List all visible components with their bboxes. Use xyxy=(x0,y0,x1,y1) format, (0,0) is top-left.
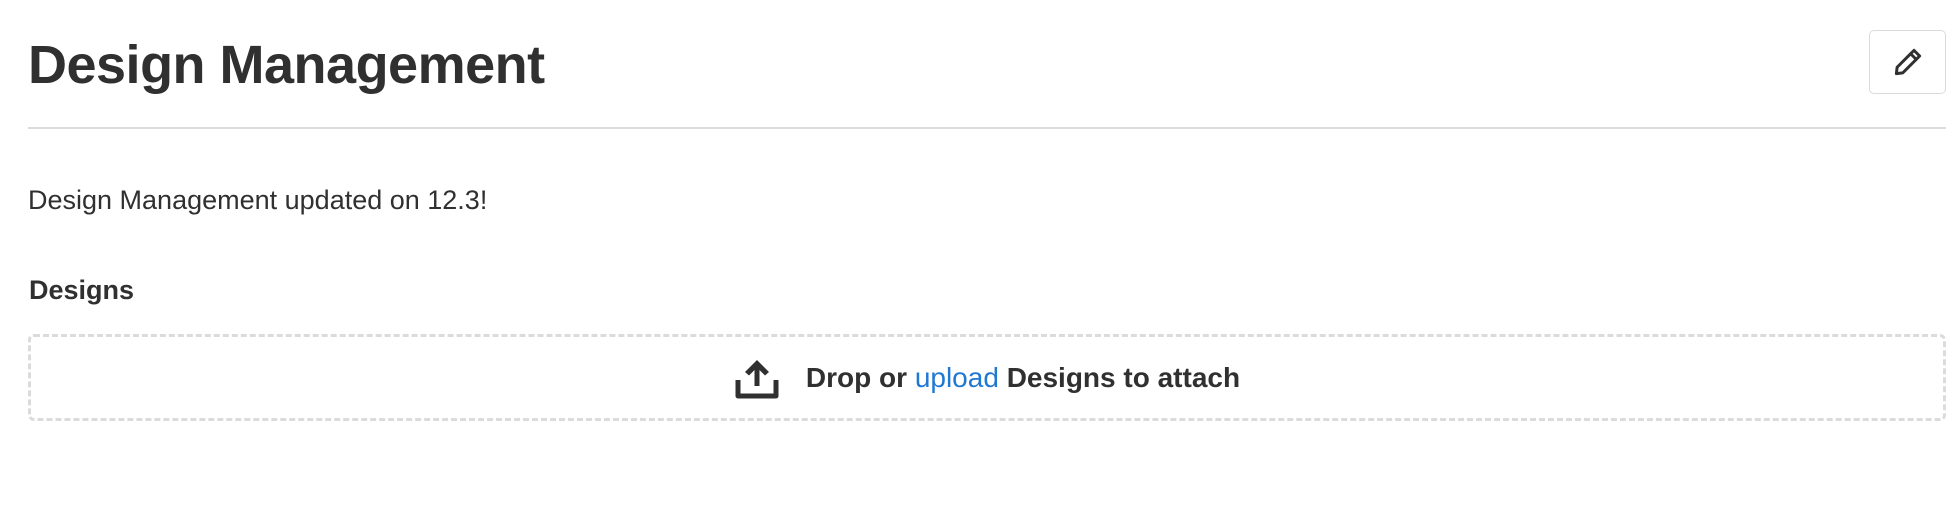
header-divider xyxy=(28,127,1946,129)
design-dropzone[interactable]: Drop or upload Designs to attach xyxy=(28,334,1946,421)
dropzone-content: Drop or upload Designs to attach xyxy=(734,356,1240,400)
upload-link[interactable]: upload xyxy=(915,362,999,393)
designs-section-title: Designs xyxy=(29,275,135,305)
issue-description: Design Management updated on 12.3! xyxy=(28,185,488,215)
issue-page: Design Management Design Management upda… xyxy=(0,0,1958,516)
pencil-icon xyxy=(1893,47,1923,77)
edit-button[interactable] xyxy=(1869,30,1946,94)
dropzone-suffix: Designs to attach xyxy=(1006,361,1241,393)
dropzone-prefix: Drop or xyxy=(805,361,908,393)
page-title: Design Management xyxy=(28,35,545,95)
dropzone-text: Drop or upload Designs to attach xyxy=(806,361,1240,395)
upload-icon xyxy=(734,356,780,400)
